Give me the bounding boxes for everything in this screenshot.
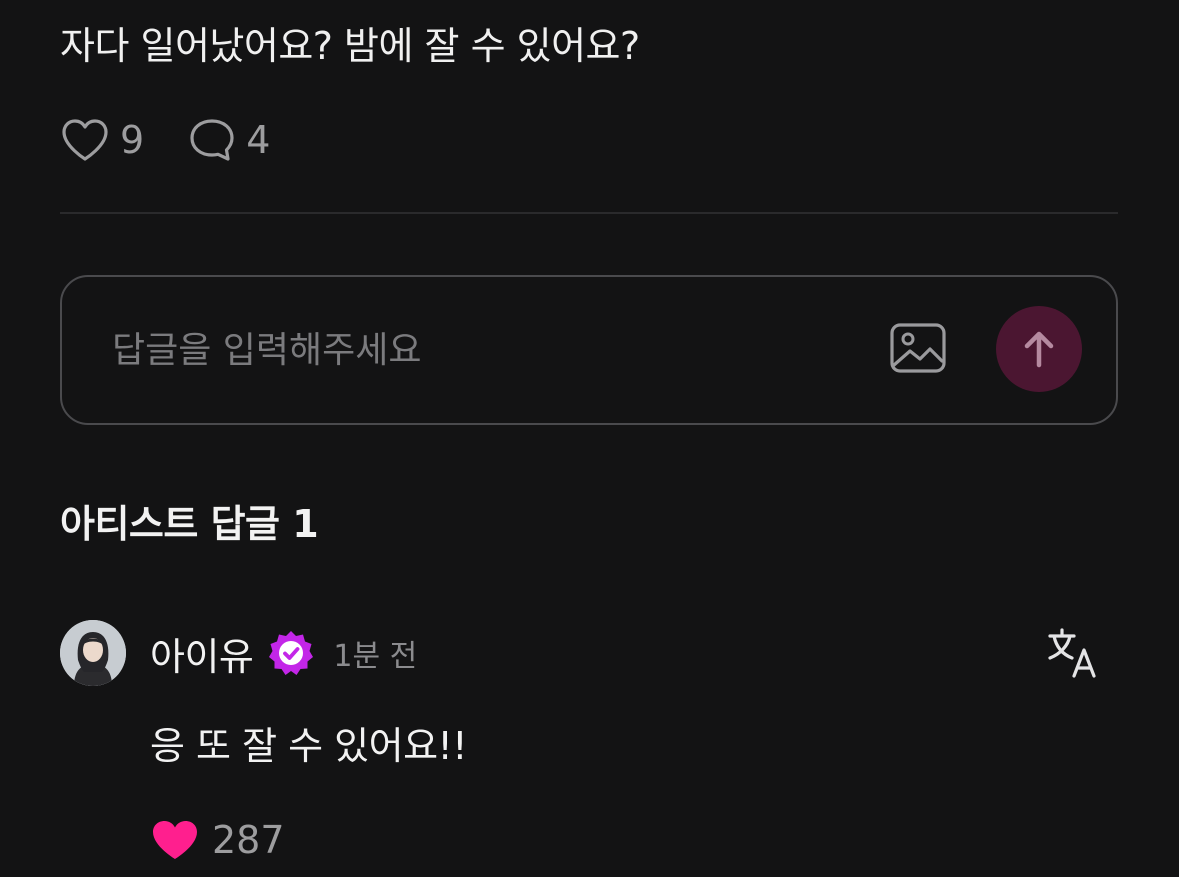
- send-button[interactable]: [996, 306, 1082, 392]
- translate-icon: [1048, 628, 1096, 678]
- reply-like-count: 287: [212, 818, 285, 862]
- like-count: 9: [120, 118, 145, 162]
- heart-filled-icon: [153, 821, 197, 859]
- artist-replies-title: 아티스트 답글 1: [60, 502, 319, 546]
- comment-button[interactable]: 4: [188, 117, 270, 163]
- reply-text: 응 또 잘 수 있어요!!: [150, 724, 468, 768]
- heart-outline-icon: [62, 119, 108, 161]
- reply-like-button[interactable]: 287: [150, 812, 285, 868]
- avatar[interactable]: [60, 620, 126, 686]
- post-stats: 9 4: [60, 112, 314, 168]
- reply-box: [60, 275, 1118, 425]
- verified-badge-icon: [269, 631, 314, 675]
- image-icon: [890, 323, 946, 373]
- reply-input[interactable]: [112, 324, 852, 376]
- like-button[interactable]: 9: [60, 117, 144, 163]
- translate-button[interactable]: [1046, 626, 1100, 680]
- attach-image-button[interactable]: [888, 321, 948, 377]
- speech-bubble-icon: [190, 119, 234, 161]
- divider: [60, 212, 1118, 214]
- reply-author-row: 아이유 1분 전: [150, 626, 417, 680]
- reply-time: 1분 전: [333, 639, 418, 674]
- comment-count: 4: [246, 118, 271, 162]
- author-name[interactable]: 아이유: [150, 626, 254, 681]
- post-text: 자다 일어났어요? 밤에 잘 수 있어요?: [60, 24, 640, 68]
- avatar-photo: [60, 620, 126, 686]
- arrow-up-icon: [1024, 331, 1054, 368]
